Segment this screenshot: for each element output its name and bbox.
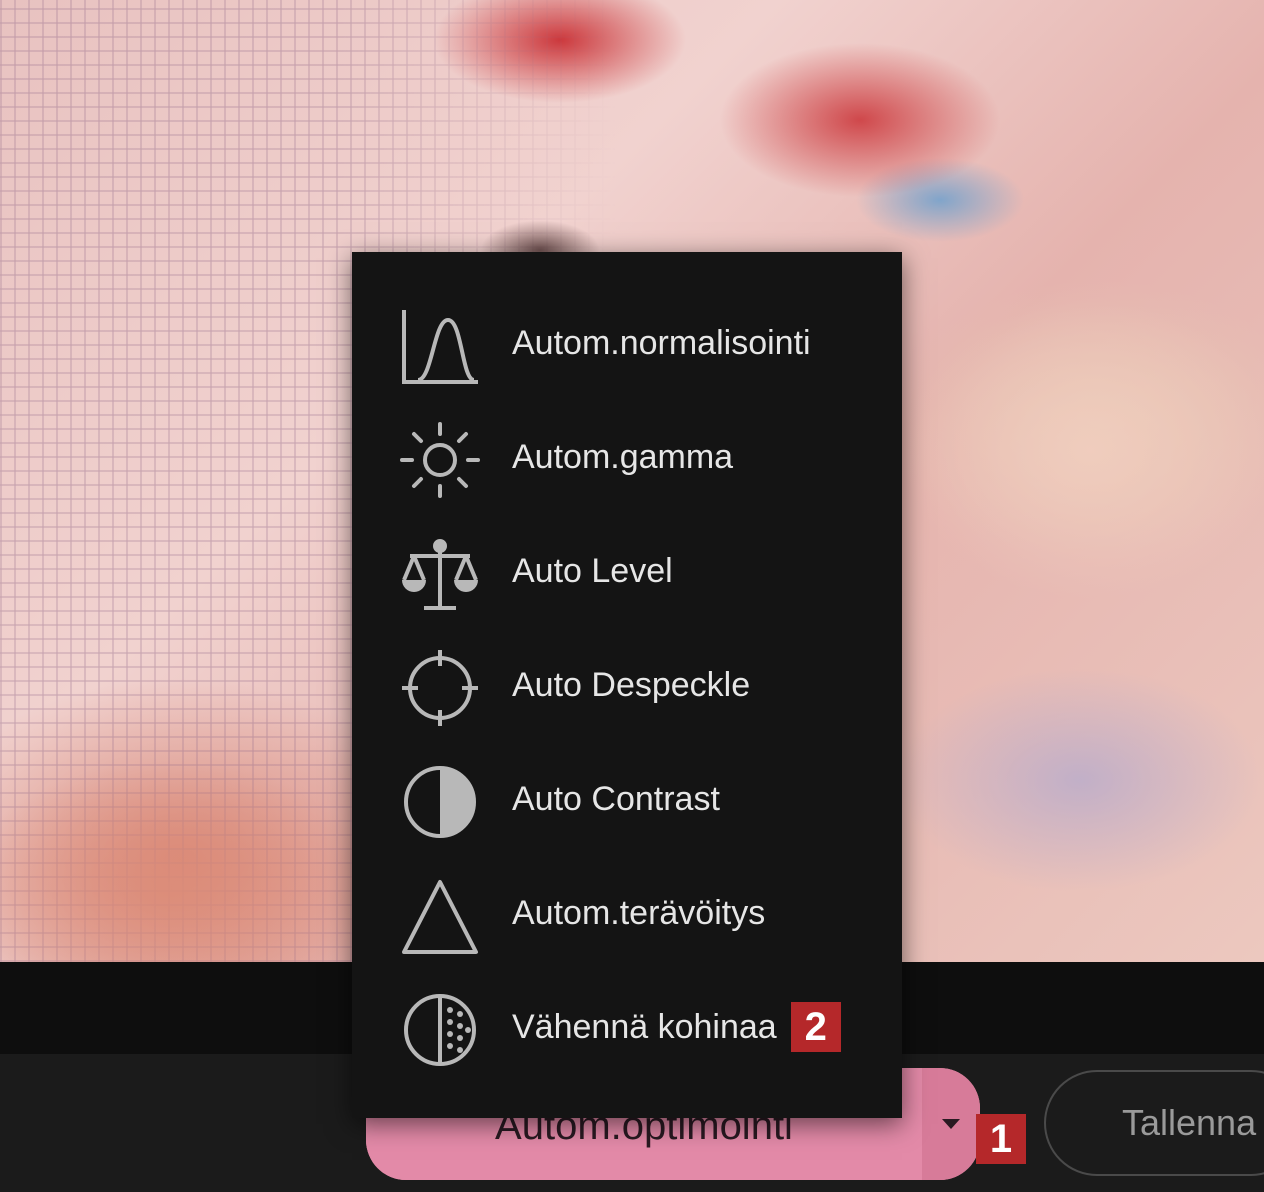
menu-item-label: Autom.normalisointi	[512, 323, 811, 362]
auto-optimize-dropdown-toggle[interactable]	[922, 1068, 980, 1180]
callout-badge-1: 1	[976, 1114, 1026, 1164]
menu-item-auto-level[interactable]: Auto Level	[352, 514, 902, 628]
triangle-icon	[402, 880, 478, 954]
save-button-label: Tallenna	[1122, 1102, 1257, 1143]
balance-scale-icon	[402, 539, 478, 610]
menu-item-auto-contrast[interactable]: Auto Contrast	[352, 742, 902, 856]
menu-item-label: Vähennä kohinaa	[512, 1007, 777, 1046]
menu-item-label: Auto Despeckle	[512, 665, 751, 704]
half-circle-contrast-icon	[404, 766, 476, 838]
menu-item-label: Auto Contrast	[512, 779, 720, 818]
chevron-down-icon	[942, 1119, 960, 1129]
menu-item-label: Autom.terävöitys	[512, 893, 766, 932]
photo-region	[900, 300, 1264, 600]
histogram-curve-icon	[402, 310, 478, 384]
menu-item-auto-normalize[interactable]: Autom.normalisointi	[352, 286, 902, 400]
menu-item-reduce-noise[interactable]: Vähennä kohinaa 2	[352, 970, 902, 1084]
sun-icon	[400, 422, 480, 498]
menu-item-auto-gamma[interactable]: Autom.gamma	[352, 400, 902, 514]
crosshair-circle-icon	[402, 650, 478, 726]
auto-optimize-menu: Autom.normalisointi Autom.gamma Auto Lev…	[352, 252, 902, 1118]
menu-item-label-wrap: Vähennä kohinaa 2	[512, 1002, 841, 1052]
noise-dots-circle-icon	[404, 994, 476, 1066]
save-button[interactable]: Tallenna	[1044, 1070, 1264, 1176]
menu-item-auto-despeckle[interactable]: Auto Despeckle	[352, 628, 902, 742]
menu-item-label: Auto Level	[512, 551, 673, 590]
menu-item-auto-sharpen[interactable]: Autom.terävöitys	[352, 856, 902, 970]
menu-item-label: Autom.gamma	[512, 437, 734, 476]
callout-badge-2: 2	[790, 1002, 841, 1052]
